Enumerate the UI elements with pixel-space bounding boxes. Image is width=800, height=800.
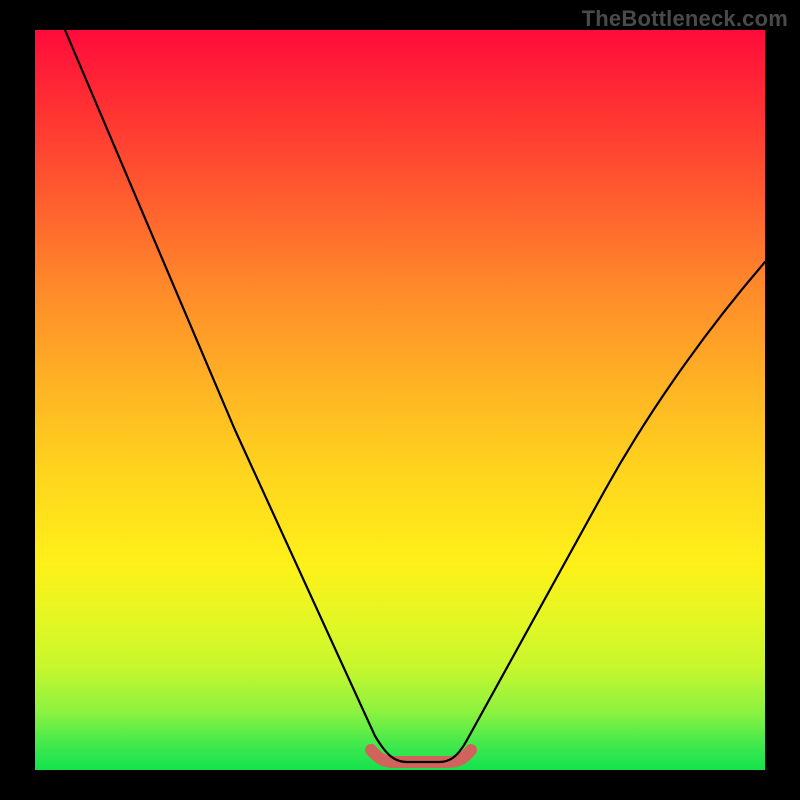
bottleneck-curve bbox=[65, 30, 765, 762]
chart-frame: TheBottleneck.com bbox=[0, 0, 800, 800]
watermark-text: TheBottleneck.com bbox=[582, 6, 788, 32]
plot-area bbox=[35, 30, 765, 770]
chart-svg bbox=[35, 30, 765, 770]
